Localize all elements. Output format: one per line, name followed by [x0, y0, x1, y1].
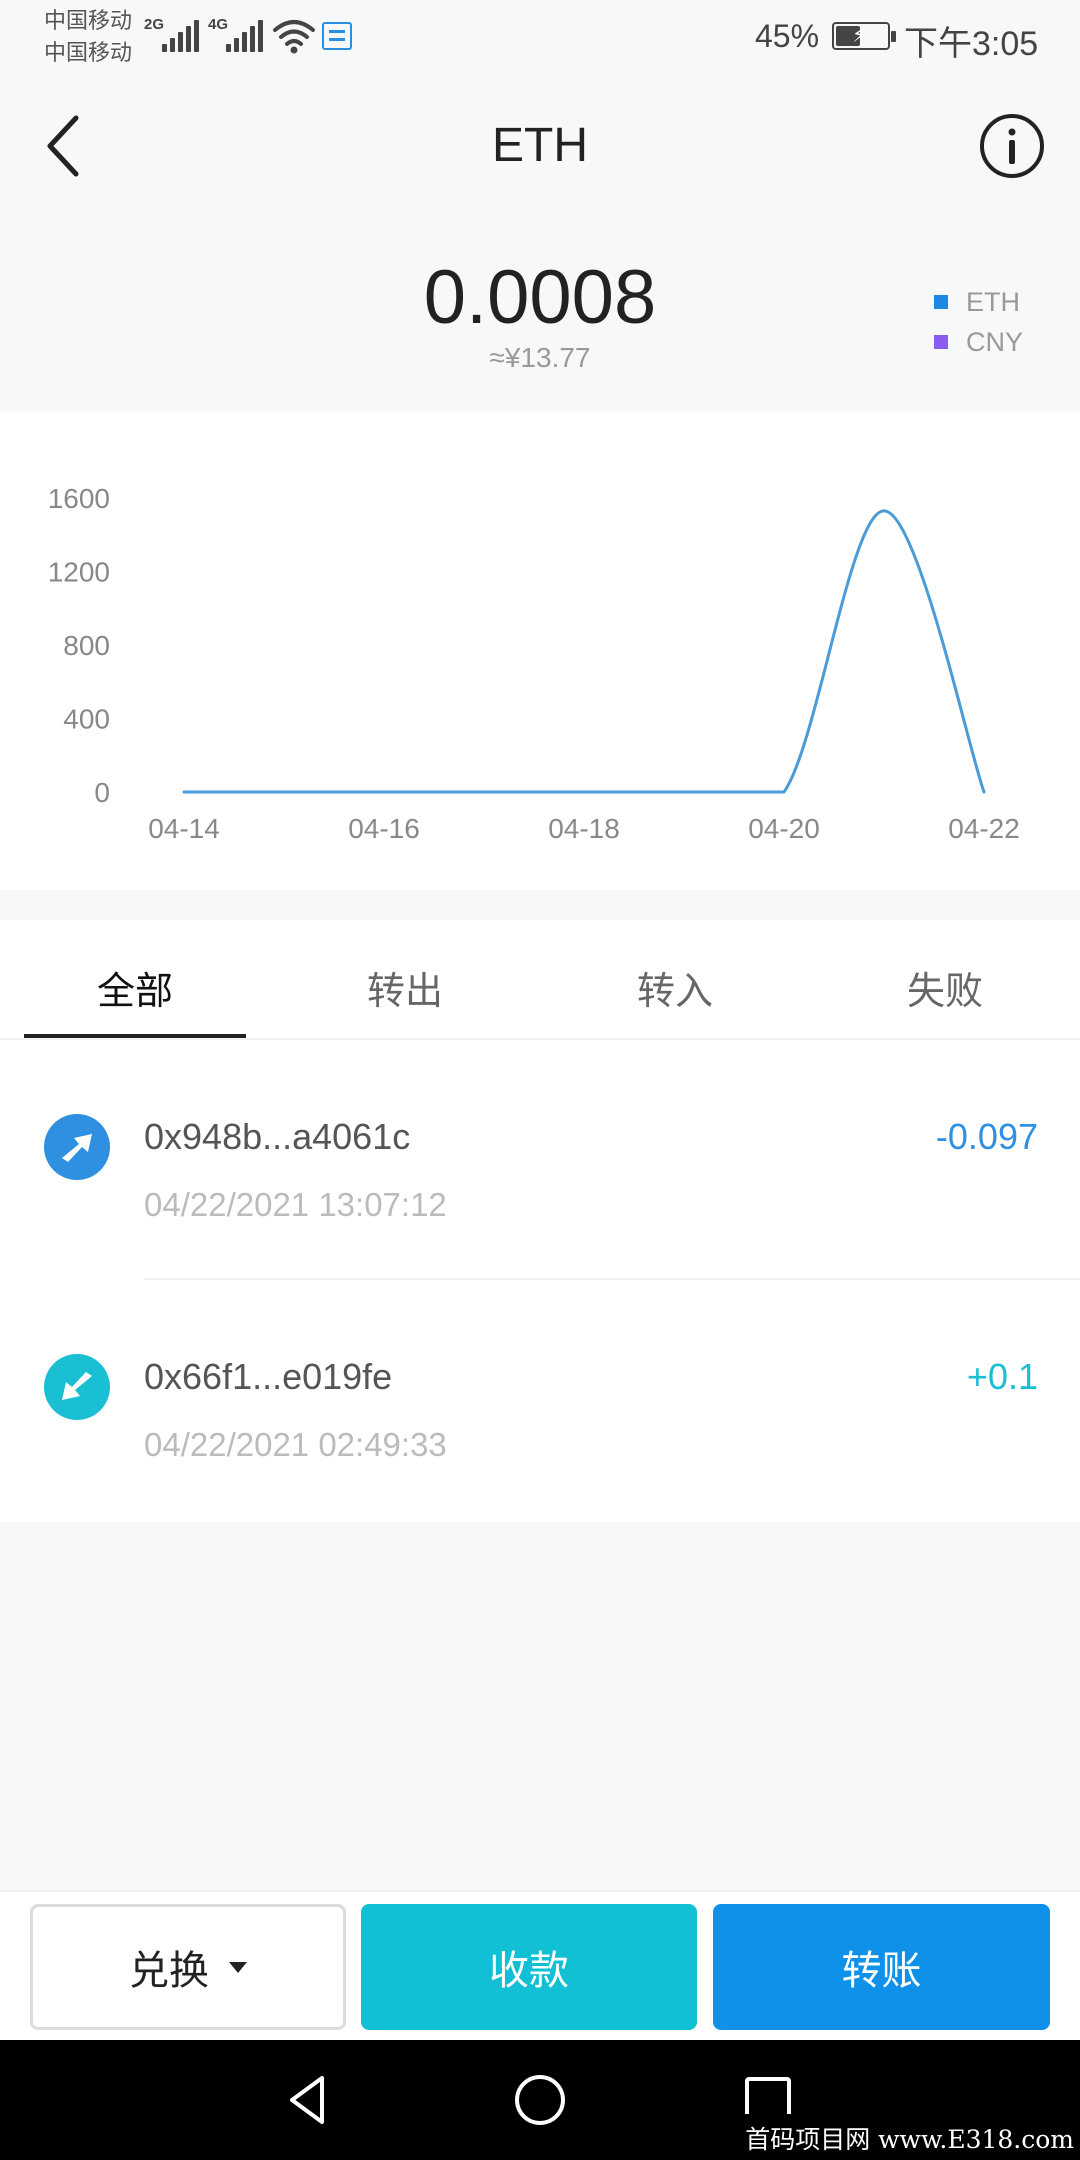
status-bar: 中国移动 中国移动 2G 4G 45% ⚡ 下午3:05: [0, 0, 1080, 76]
action-bar: 兑换 收款 转账: [0, 1890, 1080, 2040]
receive-button[interactable]: 收款: [361, 1904, 697, 2030]
legend-item-eth: ETH: [934, 282, 1023, 322]
signal-icon: [226, 18, 263, 52]
system-nav-bar: 首码项目网 www.E318.com: [0, 2040, 1080, 2160]
balance-fiat: ≈¥13.77: [489, 342, 591, 373]
receive-arrow-icon: [44, 1354, 110, 1420]
tab-indicator: [24, 1034, 246, 1038]
network-type-2: 4G: [208, 16, 229, 33]
nav-back-icon[interactable]: [278, 2068, 342, 2132]
battery-percent: 45%: [755, 18, 820, 54]
transaction-amount: -0.097: [935, 1116, 1038, 1157]
balance-amount: 0.0008: [423, 255, 657, 340]
x-tick-label: 04-14: [148, 813, 220, 844]
clock: 下午3:05: [904, 25, 1039, 63]
y-tick-label: 800: [63, 630, 110, 661]
bolt-icon: ⚡: [852, 25, 867, 47]
signal-icon: [162, 18, 199, 52]
tab-failed[interactable]: 失败: [810, 960, 1080, 1015]
page-title: ETH: [492, 119, 588, 172]
y-tick-label: 1600: [48, 483, 110, 514]
x-tick-label: 04-18: [548, 813, 620, 844]
price-chart: 0 400 800 1200 1600 04-14 04-16 04-18 04-20 04-22: [0, 412, 1080, 890]
watermark: 首码项目网 www.E318.com: [731, 2114, 1080, 2160]
nav-home-icon[interactable]: [508, 2068, 572, 2132]
info-icon[interactable]: [978, 112, 1046, 180]
transaction-row[interactable]: 0x948b...a4061c 04/22/2021 13:07:12 -0.0…: [0, 1040, 1080, 1280]
transfer-button[interactable]: 转账: [713, 1904, 1050, 2030]
transaction-time: 04/22/2021 13:07:12: [144, 1186, 447, 1223]
transaction-address: 0x948b...a4061c: [144, 1116, 411, 1157]
y-tick-label: 400: [63, 704, 110, 735]
tab-all[interactable]: 全部: [0, 960, 270, 1015]
tab-bar: 全部 转出 转入 失败: [0, 920, 1080, 1040]
chart-legend: ETH CNY: [934, 282, 1023, 362]
caret-down-icon: [229, 1961, 247, 1973]
x-tick-label: 04-20: [748, 813, 820, 844]
transaction-row[interactable]: 0x66f1...e019fe 04/22/2021 02:49:33 +0.1: [0, 1280, 1080, 1520]
y-tick-label: 0: [94, 777, 110, 808]
transaction-amount: +0.1: [966, 1356, 1038, 1397]
legend-label: ETH: [966, 286, 1020, 317]
transaction-address: 0x66f1...e019fe: [144, 1356, 393, 1397]
tab-outgoing[interactable]: 转出: [270, 960, 540, 1015]
x-tick-label: 04-22: [948, 813, 1020, 844]
chart-svg: 0 400 800 1200 1600 04-14 04-16 04-18 04-20 04-22: [48, 483, 1020, 844]
notification-icon: [322, 22, 352, 50]
legend-label: CNY: [966, 326, 1024, 357]
chart-series-line: [182, 509, 986, 794]
wifi-icon: [273, 20, 315, 54]
send-arrow-icon: [44, 1114, 110, 1180]
carrier-1: 中国移动: [44, 8, 133, 33]
x-tick-label: 04-16: [348, 813, 420, 844]
network-type-1: 2G: [144, 16, 165, 33]
battery-charging-icon: ⚡: [832, 22, 896, 50]
legend-item-cny: CNY: [934, 322, 1023, 362]
transaction-list: 0x948b...a4061c 04/22/2021 13:07:12 -0.0…: [0, 1040, 1080, 1522]
header: ETH: [0, 76, 1080, 226]
y-tick-label: 1200: [48, 557, 110, 588]
legend-swatch: [934, 335, 948, 349]
exchange-label: 兑换: [129, 1949, 209, 1993]
balance-summary: 0.0008 ≈¥13.77 ETH CNY: [0, 226, 1080, 406]
carrier-2: 中国移动: [44, 40, 133, 65]
tab-incoming[interactable]: 转入: [540, 960, 810, 1015]
transaction-time: 04/22/2021 02:49:33: [144, 1426, 447, 1463]
exchange-button[interactable]: 兑换: [30, 1904, 346, 2030]
legend-swatch: [934, 295, 948, 309]
